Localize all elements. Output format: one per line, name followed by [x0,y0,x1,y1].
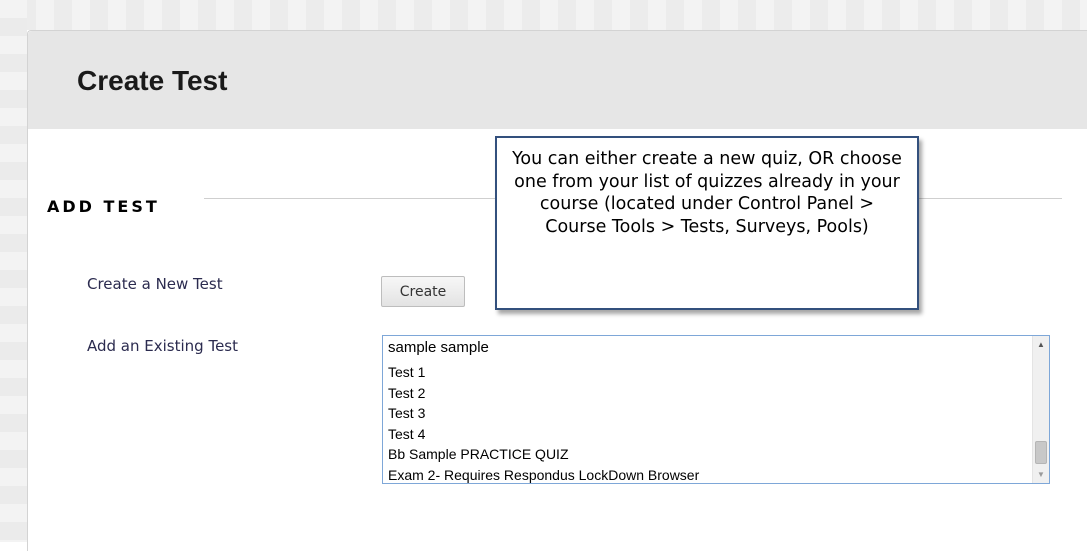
background-strip-top [0,0,1087,30]
create-new-test-label: Create a New Test [87,275,223,293]
scrollbar-thumb[interactable] [1035,441,1047,464]
panel-header: Create Test [28,31,1087,129]
listbox-option[interactable]: Test 4 [383,424,1032,445]
page-title: Create Test [77,65,228,96]
instruction-callout: You can either create a new quiz, OR cho… [495,136,919,310]
scroll-down-arrow-icon[interactable]: ▼ [1033,466,1049,483]
listbox-option[interactable]: Bb Sample PRACTICE QUIZ [383,444,1032,465]
existing-test-options: sample sample Test 1 Test 2 Test 3 Test … [383,336,1032,484]
listbox-scrollbar[interactable]: ▲ ▼ [1032,336,1049,483]
listbox-option[interactable]: Exam 2- Requires Respondus LockDown Brow… [383,465,1032,484]
listbox-option[interactable]: sample sample [383,338,1032,362]
add-existing-test-label: Add an Existing Test [87,337,238,355]
listbox-option[interactable]: Test 1 [383,362,1032,383]
background-strip-left [0,0,27,542]
listbox-option[interactable]: Test 2 [383,383,1032,404]
listbox-option[interactable]: Test 3 [383,403,1032,424]
scroll-up-arrow-icon[interactable]: ▲ [1033,336,1049,353]
create-button[interactable]: Create [381,276,465,307]
existing-test-listbox[interactable]: sample sample Test 1 Test 2 Test 3 Test … [382,335,1050,484]
section-title: ADD TEST [47,197,160,216]
